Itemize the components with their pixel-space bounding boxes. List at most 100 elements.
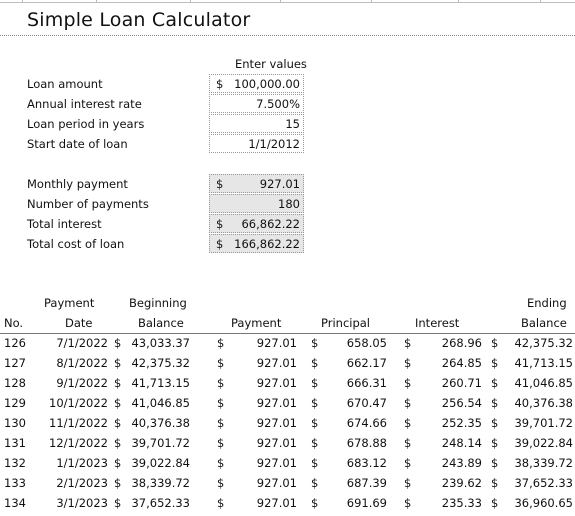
currency-symbol: $ [491, 496, 499, 510]
currency-symbol: $ [311, 436, 319, 450]
monthly-payment-cell: $ 927.01 [209, 174, 304, 193]
currency-symbol: $ [404, 496, 412, 510]
principal-amount: 683.12 [346, 456, 387, 470]
currency-symbol: $ [311, 336, 319, 350]
currency-symbol: $ [404, 396, 412, 410]
header-divider [0, 333, 575, 334]
header-ending-balance: Balance [521, 316, 567, 330]
ending-balance: 41,046.85 [514, 376, 573, 390]
currency-symbol: $ [404, 356, 412, 370]
row-number: 129 [4, 396, 26, 410]
payment-amount: 927.01 [256, 376, 297, 390]
beginning-balance: 41,046.85 [131, 396, 190, 410]
table-row: 130 11/1/2022 $40,376.38 $927.01 $674.66 $252… [0, 416, 575, 436]
payment-date: 9/1/2022 [56, 376, 108, 390]
currency-symbol: $ [217, 496, 225, 510]
currency-symbol: $ [114, 396, 122, 410]
total-interest-value: 66,862.22 [241, 217, 300, 231]
loan-period-input[interactable]: 15 [209, 114, 304, 133]
interest-rate-label: Annual interest rate [27, 97, 142, 111]
row-number: 130 [4, 416, 26, 430]
interest-amount: 248.14 [441, 436, 482, 450]
currency-symbol: $ [217, 476, 225, 490]
currency-symbol: $ [311, 496, 319, 510]
payment-date: 12/1/2022 [49, 436, 108, 450]
table-row: 126 7/1/2022 $43,033.37 $927.01 $658.05 $268.… [0, 336, 575, 356]
principal-amount: 670.47 [346, 396, 387, 410]
loan-amount-input[interactable]: $ 100,000.00 [209, 74, 304, 93]
interest-amount: 264.85 [441, 356, 482, 370]
currency-symbol: $ [216, 217, 224, 231]
row-number: 131 [4, 436, 26, 450]
row-number: 127 [4, 356, 26, 370]
interest-amount: 235.33 [441, 496, 482, 510]
header-date: Date [65, 316, 93, 330]
total-interest-cell: $ 66,862.22 [209, 214, 304, 233]
currency-symbol: $ [114, 456, 122, 470]
currency-symbol: $ [491, 336, 499, 350]
payment-date: 10/1/2022 [49, 396, 108, 410]
table-row: 132 1/1/2023 $39,022.84 $927.01 $683.12 $243.… [0, 456, 575, 476]
currency-symbol: $ [216, 77, 224, 91]
currency-symbol: $ [114, 436, 122, 450]
currency-symbol: $ [491, 416, 499, 430]
currency-symbol: $ [217, 356, 225, 370]
currency-symbol: $ [404, 436, 412, 450]
principal-amount: 658.05 [346, 336, 387, 350]
payment-amount: 927.01 [256, 456, 297, 470]
total-interest-label: Total interest [27, 217, 102, 231]
ending-balance: 42,375.32 [514, 336, 573, 350]
principal-amount: 691.69 [346, 496, 387, 510]
page-title: Simple Loan Calculator [27, 9, 251, 31]
currency-symbol: $ [217, 416, 225, 430]
loan-amount-value: 100,000.00 [234, 77, 300, 91]
payment-date: 7/1/2022 [56, 336, 108, 350]
table-row: 127 8/1/2022 $42,375.32 $927.01 $662.17 $264.… [0, 356, 575, 376]
row-number: 132 [4, 456, 26, 470]
currency-symbol: $ [404, 476, 412, 490]
loan-period-value: 15 [285, 117, 300, 131]
payment-amount: 927.01 [256, 336, 297, 350]
interest-rate-value: 7.500% [256, 97, 300, 111]
currency-symbol: $ [491, 356, 499, 370]
payment-amount: 927.01 [256, 496, 297, 510]
currency-symbol: $ [114, 336, 122, 350]
loan-amount-label: Loan amount [27, 77, 103, 91]
header-interest: Interest [415, 316, 460, 330]
currency-symbol: $ [114, 496, 122, 510]
currency-symbol: $ [404, 376, 412, 390]
header-no: No. [4, 316, 24, 330]
currency-symbol: $ [311, 476, 319, 490]
currency-symbol: $ [216, 177, 224, 191]
beginning-balance: 39,022.84 [131, 456, 190, 470]
currency-symbol: $ [217, 456, 225, 470]
beginning-balance: 43,033.37 [131, 336, 190, 350]
currency-symbol: $ [114, 356, 122, 370]
currency-symbol: $ [404, 416, 412, 430]
header-payment-date-top: Payment [44, 296, 95, 310]
currency-symbol: $ [491, 456, 499, 470]
principal-amount: 666.31 [346, 376, 387, 390]
currency-symbol: $ [114, 416, 122, 430]
ending-balance: 37,652.33 [514, 476, 573, 490]
currency-symbol: $ [217, 336, 225, 350]
interest-amount: 268.96 [441, 336, 482, 350]
number-of-payments-cell: 180 [209, 194, 304, 213]
payment-amount: 927.01 [256, 436, 297, 450]
row-number: 134 [4, 496, 26, 510]
start-date-input[interactable]: 1/1/2012 [209, 134, 304, 153]
principal-amount: 674.66 [346, 416, 387, 430]
currency-symbol: $ [311, 356, 319, 370]
beginning-balance: 41,713.15 [131, 376, 190, 390]
beginning-balance: 42,375.32 [131, 356, 190, 370]
interest-rate-input[interactable]: 7.500% [209, 94, 304, 113]
table-row: 131 12/1/2022 $39,701.72 $927.01 $678.88 $248… [0, 436, 575, 456]
interest-amount: 256.54 [441, 396, 482, 410]
interest-amount: 260.71 [441, 376, 482, 390]
ending-balance: 41,713.15 [514, 356, 573, 370]
title-divider [0, 35, 575, 36]
beginning-balance: 37,652.33 [131, 496, 190, 510]
header-beginning-top: Beginning [129, 296, 187, 310]
header-beginning-balance: Balance [138, 316, 184, 330]
currency-symbol: $ [311, 396, 319, 410]
